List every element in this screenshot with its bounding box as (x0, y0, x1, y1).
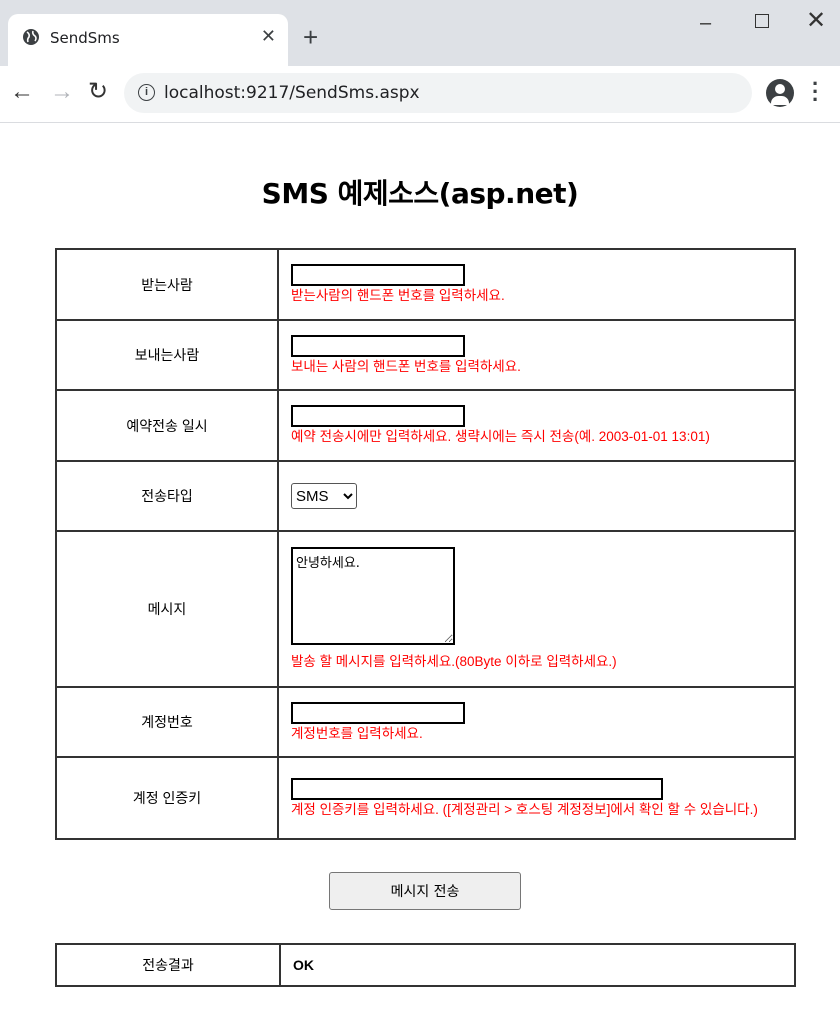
form-row-account: 계정번호 계정번호를 입력하세요. (55, 686, 796, 758)
forward-arrow-icon[interactable]: → (50, 78, 74, 106)
message-label: 메시지 (55, 530, 279, 688)
reserve-time-input[interactable] (291, 405, 465, 427)
close-window-button[interactable]: ✕ (806, 6, 826, 34)
message-textarea[interactable]: 안녕하세요. (291, 547, 455, 645)
globe-icon (23, 29, 39, 45)
reload-icon[interactable]: ↻ (88, 78, 108, 106)
form-row-message: 메시지 안녕하세요. 발송 할 메시지를 입력하세요.(80Byte 이하로 입… (55, 530, 796, 688)
form-row-authkey: 계정 인증키 계정 인증키를 입력하세요. ([계정관리 > 호스팅 계정정보]… (55, 756, 796, 840)
url-text[interactable]: localhost:9217/SendSms.aspx (164, 83, 420, 103)
recipient-label: 받는사람 (55, 248, 279, 321)
auth-key-hint: 계정 인증키를 입력하세요. ([계정관리 > 호스팅 계정정보]에서 확인 할… (291, 801, 758, 817)
form-row-type: 전송타입 SMS (55, 460, 796, 532)
new-tab-button[interactable]: + (303, 24, 318, 50)
account-number-label: 계정번호 (55, 686, 279, 758)
message-hint: 발송 할 메시지를 입력하세요.(80Byte 이하로 입력하세요.) (291, 654, 617, 669)
reserve-time-label: 예약전송 일시 (55, 389, 279, 462)
recipient-input[interactable] (291, 264, 465, 286)
close-tab-icon[interactable]: ✕ (261, 26, 276, 47)
form-row-sender: 보내는사람 보내는 사람의 핸드폰 번호를 입력하세요. (55, 319, 796, 391)
browser-tab[interactable]: SendSms ✕ (8, 14, 288, 66)
send-type-label: 전송타입 (55, 460, 279, 532)
result-value: OK (279, 943, 796, 987)
result-row: 전송결과 OK (55, 943, 796, 987)
minimize-button[interactable]: – (700, 12, 711, 35)
maximize-button[interactable] (755, 14, 769, 28)
profile-avatar-icon[interactable] (766, 79, 794, 107)
sender-label: 보내는사람 (55, 319, 279, 391)
form-row-reserve: 예약전송 일시 예약 전송시에만 입력하세요. 생략시에는 즉시 전송(예. 2… (55, 389, 796, 462)
info-icon[interactable]: i (138, 84, 155, 101)
send-message-button[interactable]: 메시지 전송 (329, 872, 521, 910)
more-menu-icon[interactable]: · · · (812, 73, 819, 111)
page-title: SMS 예제소스(asp.net) (261, 177, 579, 210)
recipient-hint: 받는사람의 핸드폰 번호를 입력하세요. (291, 288, 505, 303)
send-type-select[interactable]: SMS (291, 483, 357, 509)
account-number-hint: 계정번호를 입력하세요. (291, 725, 423, 741)
result-table: 전송결과 OK (55, 943, 796, 987)
sender-hint: 보내는 사람의 핸드폰 번호를 입력하세요. (291, 358, 521, 374)
auth-key-label: 계정 인증키 (55, 756, 279, 840)
address-bar[interactable]: i localhost:9217/SendSms.aspx ☆ (124, 73, 752, 113)
browser-toolbar: ← → ↻ i localhost:9217/SendSms.aspx ☆ ··… (0, 66, 840, 123)
account-number-input[interactable] (291, 701, 465, 724)
sms-form-table: 받는사람 받는사람의 핸드폰 번호를 입력하세요. 보내는사람 보내는 사람의 … (55, 248, 796, 840)
auth-key-input[interactable] (291, 777, 663, 800)
result-label: 전송결과 (55, 943, 281, 987)
reserve-time-hint: 예약 전송시에만 입력하세요. 생략시에는 즉시 전송(예. 2003-01-0… (291, 429, 710, 444)
form-row-recipient: 받는사람 받는사람의 핸드폰 번호를 입력하세요. (55, 248, 796, 321)
sender-input[interactable] (291, 334, 465, 357)
tab-strip: SendSms ✕ + – ✕ (0, 0, 840, 66)
back-arrow-icon[interactable]: ← (10, 78, 34, 106)
tab-title: SendSms (50, 29, 120, 47)
